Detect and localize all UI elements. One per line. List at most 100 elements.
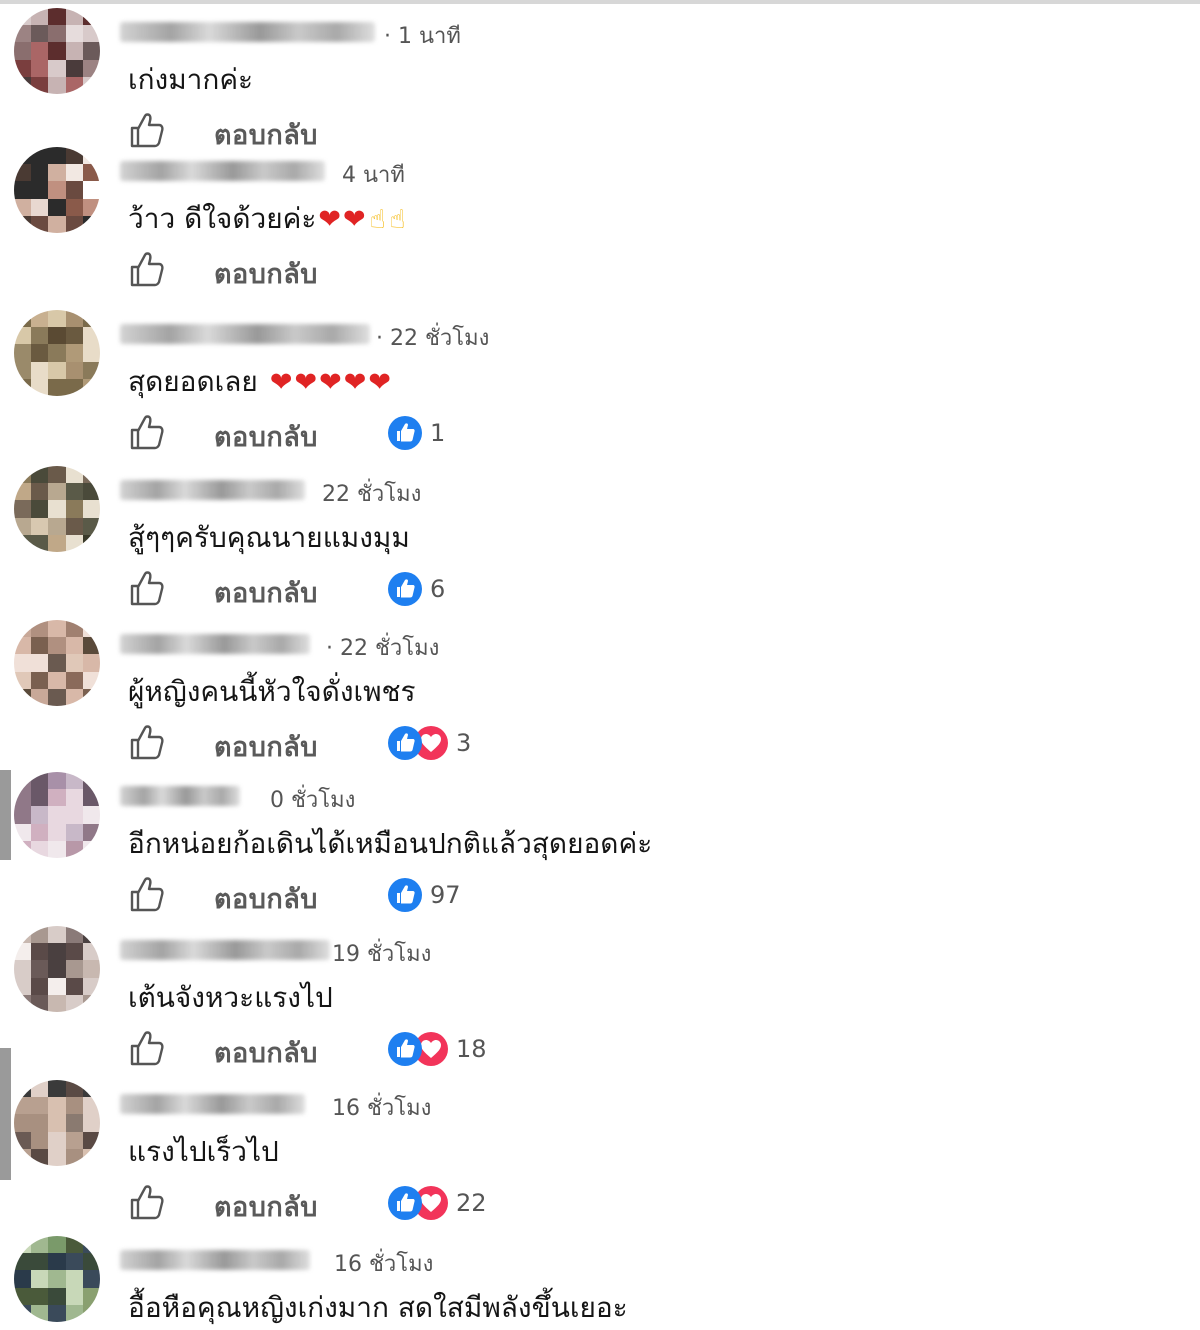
comment-item: · 1 นาทีเก่งมากค่ะตอบกลับ	[0, 8, 1200, 162]
avatar[interactable]	[14, 1080, 100, 1166]
comment-actions: ตอบกลับ 97	[126, 874, 826, 915]
comment-text-content: ว้าว ดีใจด้วยค่ะ	[128, 202, 317, 235]
like-button[interactable]	[126, 1028, 166, 1068]
red-heart-emoji-icon: ❤	[319, 367, 342, 398]
like-button[interactable]	[126, 249, 166, 289]
like-button[interactable]	[126, 1182, 166, 1222]
reaction-summary[interactable]: 97	[388, 878, 461, 912]
reaction-count: 3	[456, 729, 472, 757]
reaction-count: 1	[430, 419, 446, 447]
comment-actions: ตอบกลับ 6	[126, 568, 826, 609]
comment-item: 16 ชั่วโมงอื้อหือคุณหญิงเก่งมาก สดใสมีพล…	[0, 1236, 1200, 1330]
comment-text-content: เต้นจังหวะแรงไป	[128, 981, 333, 1014]
commenter-name-blurred[interactable]	[120, 634, 310, 654]
reply-button[interactable]: ตอบกลับ	[214, 725, 318, 768]
thumbs-up-outline-icon	[126, 725, 166, 766]
red-heart-emoji-icon: ❤	[343, 367, 367, 398]
reply-button[interactable]: ตอบกลับ	[214, 1185, 318, 1228]
comment-actions: ตอบกลับ 1	[126, 412, 826, 453]
comment-text-content: เก่งมากค่ะ	[128, 63, 254, 96]
thumbs-up-outline-icon	[126, 252, 166, 293]
thumbs-up-outline-icon	[126, 1185, 166, 1226]
reaction-summary[interactable]: 22	[388, 1186, 487, 1220]
like-reaction-icon	[388, 726, 422, 760]
like-reaction-icon	[388, 878, 422, 912]
comment-actions: ตอบกลับ	[126, 249, 826, 290]
commenter-name-blurred[interactable]	[120, 480, 305, 500]
comment-text-content: ผู้หญิงคนนี้หัวใจดั่งเพชร	[128, 675, 416, 708]
red-heart-emoji-icon: ❤	[294, 367, 318, 398]
comment-timestamp[interactable]: 19 ชั่วโมง	[332, 936, 431, 971]
commenter-name-blurred[interactable]	[120, 161, 325, 181]
comment-timestamp[interactable]: 0 ชั่วโมง	[270, 782, 355, 817]
reaction-summary[interactable]: 3	[388, 726, 471, 760]
comment-timestamp[interactable]: · 22 ชั่วโมง	[376, 320, 489, 355]
avatar[interactable]	[14, 310, 100, 396]
reaction-summary[interactable]: 18	[388, 1032, 487, 1066]
reply-button[interactable]: ตอบกลับ	[214, 571, 318, 614]
like-button[interactable]	[126, 110, 166, 150]
comment-text: อื้อหือคุณหญิงเก่งมาก สดใสมีพลังขึ้นเยอะ	[128, 1286, 628, 1330]
comment-text: ว้าว ดีใจด้วยค่ะ❤❤ ☝ ☝	[128, 197, 405, 241]
comment-timestamp[interactable]: 4 นาที	[342, 157, 405, 192]
thumbs-up-outline-icon	[126, 877, 166, 918]
comment-timestamp[interactable]: 22 ชั่วโมง	[322, 476, 421, 511]
red-heart-emoji-icon: ❤	[343, 204, 366, 235]
red-heart-emoji-icon: ❤	[269, 367, 293, 398]
like-button[interactable]	[126, 722, 166, 762]
reply-button[interactable]: ตอบกลับ	[214, 877, 318, 920]
reaction-summary[interactable]: 1	[388, 416, 445, 450]
comment-text: แรงไปเร็วไป	[128, 1130, 279, 1174]
like-reaction-icon	[388, 1186, 422, 1220]
comment-item: 4 นาที ว้าว ดีใจด้วยค่ะ❤❤ ☝ ☝ ตอบกลับ	[0, 147, 1200, 301]
reply-button[interactable]: ตอบกลับ	[214, 252, 318, 295]
comment-timestamp[interactable]: 16 ชั่วโมง	[334, 1246, 433, 1281]
comment-item: · 22 ชั่วโมง สุดยอดเลย ❤❤❤❤❤ ตอบกลับ 1	[0, 310, 1200, 464]
reply-button[interactable]: ตอบกลับ	[214, 1031, 318, 1074]
like-button[interactable]	[126, 874, 166, 914]
reply-button[interactable]: ตอบกลับ	[214, 415, 318, 458]
comment-list: · 1 นาที เก่งมากค่ะ ตอบกลับ 4 นาที ว้าว ดีใจ…	[0, 0, 1200, 1330]
comment-text: สู้ๆๆครับคุณนายแมงมุม	[128, 516, 410, 560]
comment-timestamp[interactable]: · 22 ชั่วโมง	[326, 630, 439, 665]
comment-text: เก่งมากค่ะ	[128, 58, 253, 102]
like-reaction-icon	[388, 572, 422, 606]
avatar[interactable]	[14, 8, 100, 94]
like-reaction-icon	[388, 1032, 422, 1066]
avatar[interactable]	[14, 926, 100, 1012]
avatar[interactable]	[14, 147, 100, 233]
avatar[interactable]	[14, 466, 100, 552]
comment-text-content: อีกหน่อยก้อเดินได้เหมือนปกติแล้วสุดยอดค่…	[128, 827, 653, 860]
comment-timestamp[interactable]: · 1 นาที	[384, 18, 461, 53]
comment-item: · 22 ชั่วโมงผู้หญิงคนนี้หัวใจดั่งเพชรตอบ…	[0, 620, 1200, 774]
commenter-name-blurred[interactable]	[120, 1250, 310, 1270]
comment-text-content: แรงไปเร็วไป	[128, 1135, 279, 1168]
comment-actions: ตอบกลับ	[126, 110, 826, 151]
comment-text: อีกหน่อยก้อเดินได้เหมือนปกติแล้วสุดยอดค่…	[128, 822, 652, 866]
avatar[interactable]	[14, 1236, 100, 1322]
reaction-count: 22	[456, 1189, 487, 1217]
thumbs-up-outline-icon	[126, 1031, 166, 1072]
comment-text: เต้นจังหวะแรงไป	[128, 976, 333, 1020]
reaction-summary[interactable]: 6	[388, 572, 445, 606]
reaction-count: 97	[430, 881, 461, 909]
thumbs-up-outline-icon	[126, 415, 166, 456]
red-heart-emoji-icon: ❤	[318, 204, 342, 235]
like-button[interactable]	[126, 568, 166, 608]
like-button[interactable]	[126, 412, 166, 452]
commenter-name-blurred[interactable]	[120, 940, 330, 960]
comment-text-content: สุดยอดเลย	[128, 365, 258, 398]
comment-text: ผู้หญิงคนนี้หัวใจดั่งเพชร	[128, 670, 416, 714]
commenter-name-blurred[interactable]	[120, 1094, 305, 1114]
commenter-name-blurred[interactable]	[120, 22, 375, 42]
comment-item: 0 ชั่วโมงอีกหน่อยก้อเดินได้เหมือนปกติแล้…	[0, 772, 1200, 926]
commenter-name-blurred[interactable]	[120, 786, 240, 806]
comment-timestamp[interactable]: 16 ชั่วโมง	[332, 1090, 431, 1125]
avatar[interactable]	[14, 620, 100, 706]
commenter-name-blurred[interactable]	[120, 324, 370, 344]
thumbs-up-emoji-icon: ☝	[389, 205, 406, 235]
comment-actions: ตอบกลับ 3	[126, 722, 826, 763]
avatar[interactable]	[14, 772, 100, 858]
comment-actions: ตอบกลับ 22	[126, 1182, 826, 1223]
top-divider	[0, 0, 1200, 4]
